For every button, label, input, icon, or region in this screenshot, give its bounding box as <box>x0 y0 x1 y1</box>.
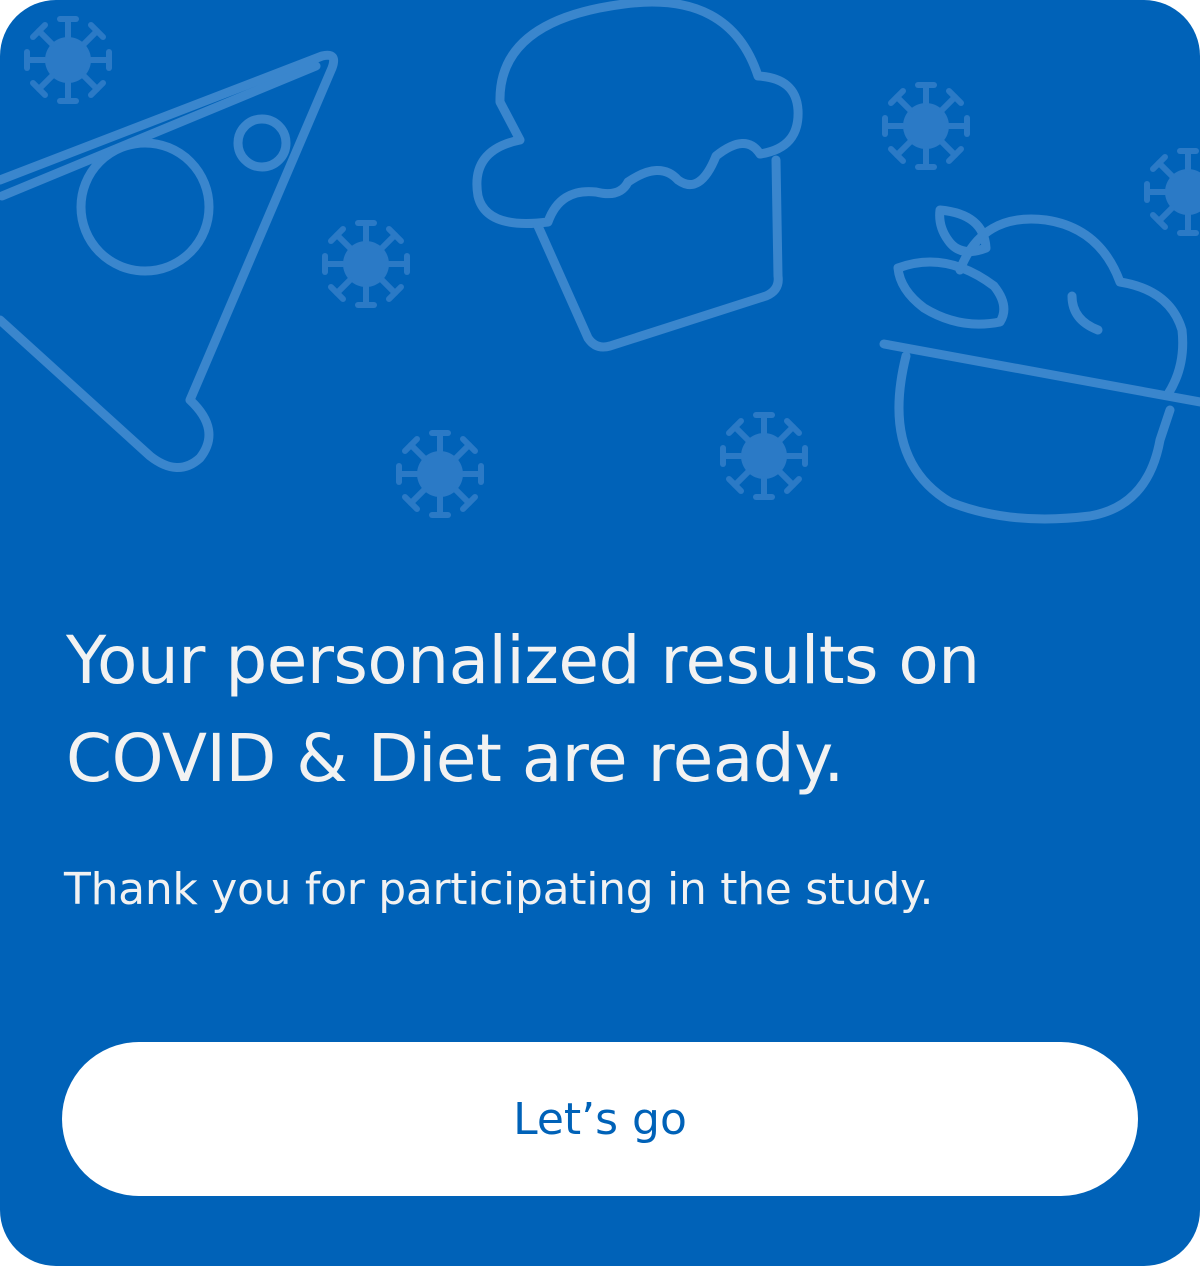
results-ready-headline: Your personalized results on COVID & Die… <box>66 622 980 797</box>
pizza-slice-icon <box>0 50 339 472</box>
thank-you-subtitle: Thank you for participating in the study… <box>64 864 934 915</box>
lets-go-button[interactable]: Let’s go <box>62 1042 1138 1196</box>
cupcake-icon <box>472 0 803 352</box>
food-covid-illustration <box>0 0 1200 524</box>
virus-icon <box>27 19 1200 515</box>
fruit-bowl-icon <box>879 205 1200 524</box>
results-ready-card: Your personalized results on COVID & Die… <box>0 0 1200 1266</box>
